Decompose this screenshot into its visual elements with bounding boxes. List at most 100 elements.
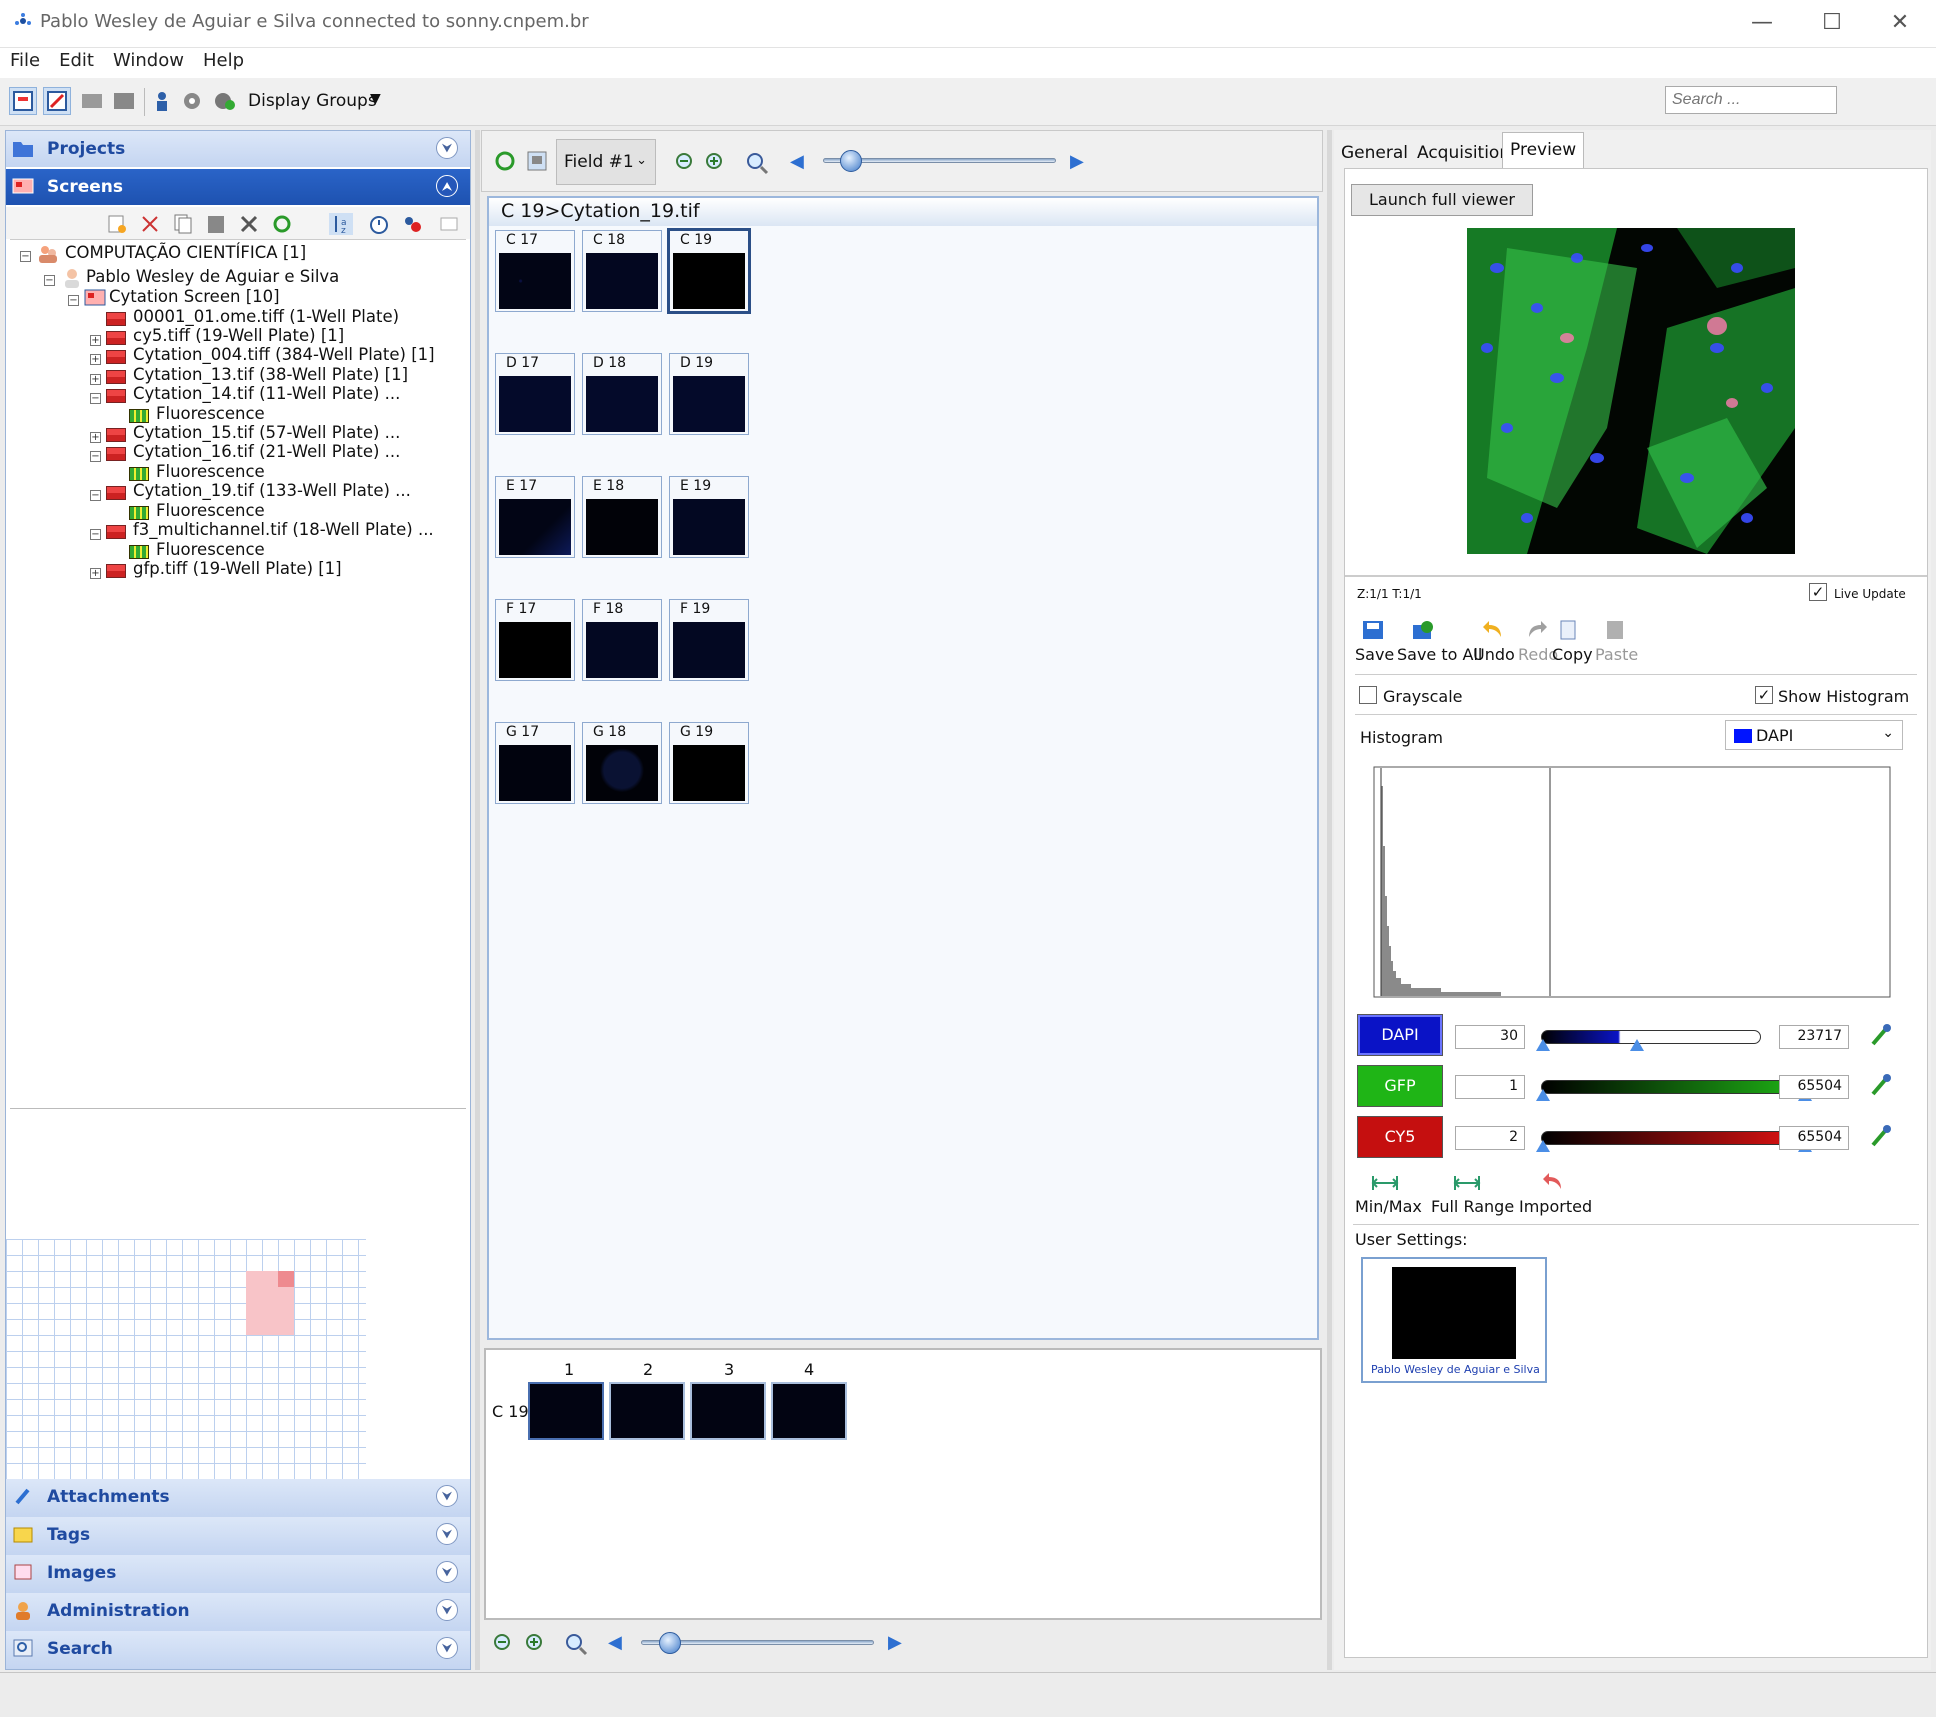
collapse-all-icon[interactable] — [438, 213, 460, 235]
collapse-chevron-icon[interactable]: ⮝ — [436, 175, 458, 197]
min-max-icon[interactable] — [1371, 1173, 1399, 1193]
well-g18[interactable]: G 18 — [582, 722, 662, 804]
tree-node-user[interactable]: Pablo Wesley de Aguiar e Silva — [86, 267, 339, 286]
channel-dapi-min[interactable]: 30 — [1455, 1025, 1525, 1049]
search-panel-header[interactable]: Search ⮟ — [6, 1631, 470, 1669]
channel-cy5-max[interactable]: 65504 — [1779, 1126, 1849, 1150]
field-select[interactable]: Field #1 ⌄ — [556, 139, 656, 185]
refresh-icon[interactable] — [493, 149, 517, 173]
paste-icon[interactable] — [205, 213, 227, 235]
scripts-icon[interactable] — [210, 87, 238, 115]
tree-node-plate[interactable]: Cytation_14.tif (11-Well Plate) ... — [133, 384, 400, 403]
expand-toggle-icon[interactable]: + — [90, 432, 101, 443]
left-splitter[interactable] — [475, 130, 480, 1670]
field-thumbnail-4[interactable] — [771, 1382, 847, 1440]
menu-window[interactable]: Window — [103, 48, 193, 71]
field-thumbnail-3[interactable] — [690, 1382, 766, 1440]
tree-node-plate[interactable]: Cytation_13.tif (38-Well Plate) [1] — [133, 365, 408, 384]
expand-toggle-icon[interactable]: + — [90, 374, 101, 385]
zoom-fit-icon[interactable] — [745, 151, 769, 175]
zoom-in-icon[interactable] — [704, 151, 728, 175]
expand-toggle-icon[interactable]: + — [90, 335, 101, 346]
tree-node-acquisition[interactable]: Fluorescence — [156, 462, 265, 481]
tab-general[interactable]: General — [1334, 136, 1415, 168]
channel-gfp-range-slider[interactable] — [1541, 1080, 1807, 1094]
tree-node-plate[interactable]: Cytation_16.tif (21-Well Plate) ... — [133, 442, 400, 461]
save-thumbnail-icon[interactable] — [525, 149, 549, 173]
expand-chevron-icon[interactable]: ⮟ — [436, 137, 458, 159]
save-icon[interactable] — [1361, 619, 1385, 641]
channel-cy5-button[interactable]: CY5 — [1357, 1116, 1443, 1158]
collapse-toggle-icon[interactable]: − — [68, 295, 79, 306]
eyedropper-icon[interactable] — [1869, 1072, 1893, 1098]
collapse-toggle-icon[interactable]: − — [90, 393, 101, 404]
channel-cy5-min[interactable]: 2 — [1455, 1126, 1525, 1150]
expand-toggle-icon[interactable]: + — [90, 354, 101, 365]
collapse-toggle-icon[interactable]: − — [20, 251, 31, 262]
maximize-button[interactable]: ☐ — [1802, 6, 1862, 40]
expand-chevron-icon[interactable]: ⮟ — [436, 1485, 458, 1507]
menu-edit[interactable]: Edit — [49, 48, 103, 71]
field-thumbnail-2[interactable] — [609, 1382, 685, 1440]
well-e18[interactable]: E 18 — [582, 476, 662, 558]
zoom-left-arrow-icon[interactable]: ◀ — [790, 151, 804, 172]
filter-users-icon[interactable] — [401, 213, 423, 235]
well-c17[interactable]: C 17 — [495, 230, 575, 312]
plate-well-grid[interactable] — [6, 1239, 366, 1479]
channel-dapi-max[interactable]: 23717 — [1779, 1025, 1849, 1049]
user-icon[interactable] — [148, 87, 176, 115]
zoom-in-icon[interactable] — [524, 1632, 548, 1656]
imported-button[interactable]: Imported — [1519, 1197, 1592, 1216]
hierarchy-explorer-icon[interactable] — [9, 87, 37, 115]
refresh-icon[interactable] — [271, 213, 293, 235]
close-button[interactable]: ✕ — [1870, 6, 1930, 40]
full-range-button[interactable]: Full Range — [1431, 1197, 1514, 1216]
show-histogram-checkbox[interactable]: ✓ — [1755, 686, 1773, 704]
cut-icon[interactable] — [139, 213, 161, 235]
field-zoom-right-arrow-icon[interactable]: ▶ — [888, 1632, 902, 1653]
timer-icon[interactable] — [368, 213, 390, 235]
projects-panel-header[interactable]: Projects ⮟ — [6, 131, 470, 167]
tags-panel-header[interactable]: Tags ⮟ — [6, 1517, 470, 1555]
tree-node-screen[interactable]: Cytation Screen [10] — [109, 287, 280, 306]
display-groups-dropdown-icon[interactable]: ▼ — [370, 91, 381, 107]
well-f19[interactable]: F 19 — [669, 599, 749, 681]
channel-cy5-range-slider[interactable] — [1541, 1131, 1807, 1145]
zoom-out-icon[interactable] — [674, 151, 698, 175]
min-max-button[interactable]: Min/Max — [1355, 1197, 1422, 1216]
tree-node-plate[interactable]: Cytation_004.tiff (384-Well Plate) [1] — [133, 345, 435, 364]
images-panel-header[interactable]: Images ⮟ — [6, 1555, 470, 1593]
menu-file[interactable]: File — [0, 48, 49, 71]
save-to-all-button[interactable]: Save to All — [1397, 645, 1482, 664]
dapi-max-handle[interactable] — [1630, 1039, 1644, 1051]
copy-button[interactable]: Copy — [1552, 645, 1593, 664]
grayscale-checkbox[interactable] — [1359, 686, 1377, 704]
expand-chevron-icon[interactable]: ⮟ — [436, 1523, 458, 1545]
attachments-panel-header[interactable]: Attachments ⮟ — [6, 1479, 470, 1517]
tree-node-plate[interactable]: 00001_01.ome.tiff (1-Well Plate) — [133, 307, 399, 326]
histogram-channel-select[interactable]: DAPI ⌄ — [1725, 720, 1903, 750]
field-zoom-left-arrow-icon[interactable]: ◀ — [608, 1632, 622, 1653]
viewer-panel-icon[interactable] — [110, 87, 138, 115]
imported-icon[interactable] — [1541, 1171, 1565, 1193]
minimize-button[interactable]: — — [1732, 6, 1792, 40]
expand-chevron-icon[interactable]: ⮟ — [436, 1561, 458, 1583]
sort-icon[interactable]: az — [329, 213, 353, 235]
eyedropper-icon[interactable] — [1869, 1123, 1893, 1149]
right-splitter[interactable] — [1327, 130, 1332, 1670]
live-update-checkbox[interactable]: ✓ — [1809, 583, 1827, 601]
preview-image[interactable] — [1467, 228, 1795, 554]
tree-node-plate[interactable]: Cytation_15.tif (57-Well Plate) ... — [133, 423, 400, 442]
full-range-icon[interactable] — [1453, 1173, 1481, 1193]
expand-chevron-icon[interactable]: ⮟ — [436, 1599, 458, 1621]
expand-toggle-icon[interactable]: + — [90, 568, 101, 579]
well-d19[interactable]: D 19 — [669, 353, 749, 435]
paste-icon[interactable] — [1603, 619, 1627, 641]
undo-icon[interactable] — [1481, 619, 1505, 641]
channel-gfp-button[interactable]: GFP — [1357, 1065, 1443, 1107]
user-settings-thumbnail[interactable]: Pablo Wesley de Aguiar e Silva — [1361, 1257, 1547, 1383]
tab-preview[interactable]: Preview — [1502, 132, 1585, 168]
well-e17[interactable]: E 17 — [495, 476, 575, 558]
zoom-out-icon[interactable] — [492, 1632, 516, 1656]
cy5-min-handle[interactable] — [1536, 1140, 1550, 1152]
